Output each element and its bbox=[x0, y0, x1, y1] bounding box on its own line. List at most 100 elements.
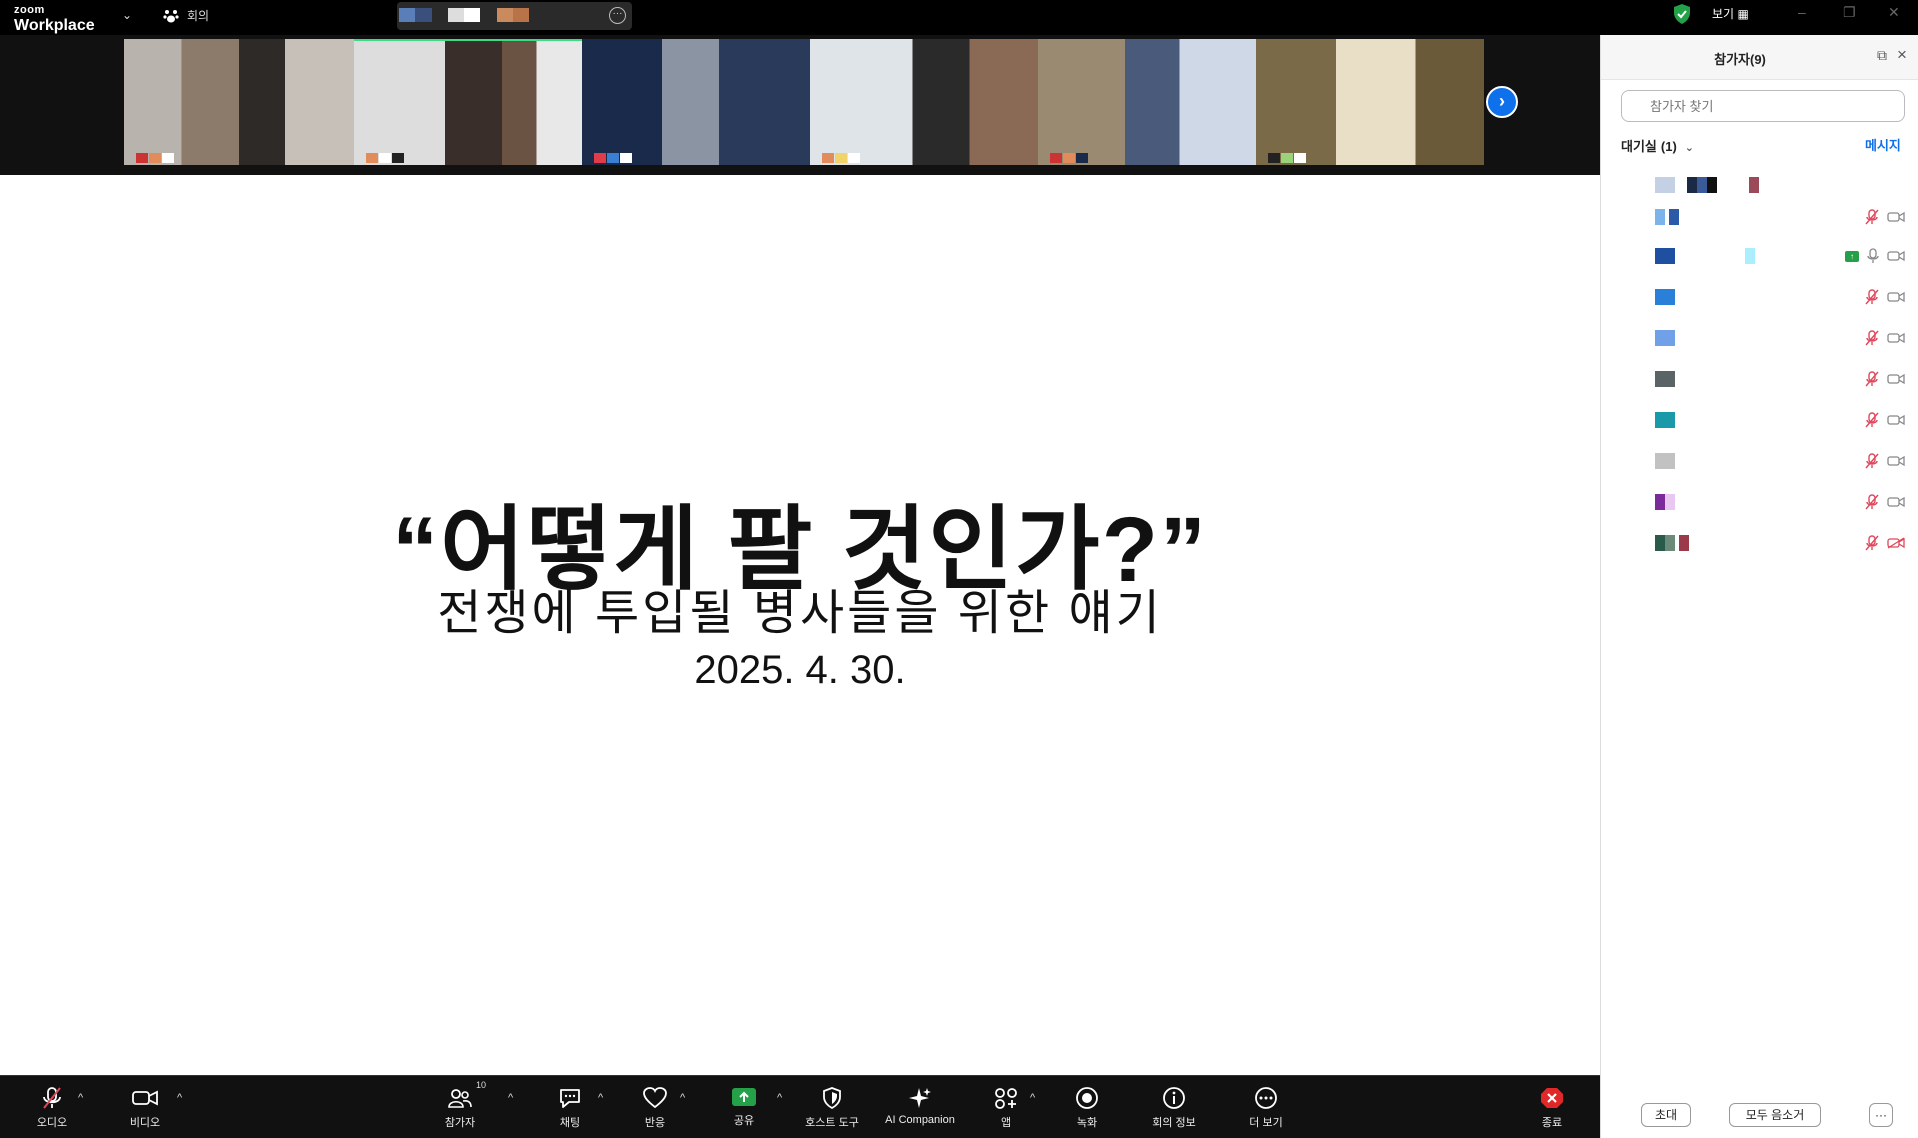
video-tile[interactable] bbox=[582, 39, 810, 165]
video-feed bbox=[354, 41, 582, 165]
mic-muted-icon[interactable] bbox=[1865, 371, 1879, 387]
ai-companion-label: AI Companion bbox=[885, 1114, 955, 1126]
video-tile-active-speaker[interactable] bbox=[354, 39, 582, 165]
video-options-caret-icon[interactable]: ^ bbox=[177, 1092, 182, 1104]
mute-all-button[interactable]: 모두 음소거 bbox=[1729, 1103, 1821, 1127]
end-meeting-button[interactable]: 종료 bbox=[1512, 1086, 1592, 1130]
host-shield-icon bbox=[823, 1087, 841, 1110]
participant-name-blurred bbox=[1655, 535, 1689, 551]
speaker-name-blurred bbox=[399, 8, 529, 22]
video-camera-icon[interactable] bbox=[1887, 496, 1905, 508]
video-camera-icon[interactable] bbox=[1887, 332, 1905, 344]
host-tools-button[interactable]: 호스트 도구 bbox=[792, 1086, 872, 1130]
share-label: 공유 bbox=[733, 1115, 755, 1127]
participant-row[interactable] bbox=[1655, 533, 1905, 553]
video-tile[interactable] bbox=[1256, 39, 1484, 165]
video-camera-icon[interactable] bbox=[1887, 455, 1905, 467]
participant-name-blurred bbox=[366, 153, 404, 163]
more-button[interactable]: 더 보기 bbox=[1226, 1086, 1306, 1130]
panel-title: 참가자(9) bbox=[1714, 52, 1766, 67]
reactions-options-caret-icon[interactable]: ^ bbox=[680, 1092, 685, 1104]
audio-options-caret-icon[interactable]: ^ bbox=[78, 1092, 83, 1104]
restore-icon[interactable]: ❐ bbox=[1843, 4, 1856, 21]
participant-name-blurred bbox=[1268, 153, 1306, 163]
chat-options-caret-icon[interactable]: ^ bbox=[598, 1092, 603, 1104]
video-feed bbox=[1256, 39, 1484, 165]
participants-icon bbox=[448, 1089, 472, 1108]
participant-name-blurred bbox=[1655, 209, 1679, 225]
participant-row[interactable] bbox=[1655, 451, 1905, 471]
screen-sharing-icon: ↑ bbox=[1845, 250, 1859, 262]
participant-row-host[interactable]: ↑ bbox=[1655, 246, 1905, 266]
participant-row[interactable] bbox=[1655, 207, 1905, 227]
video-camera-icon[interactable] bbox=[1887, 414, 1905, 426]
meeting-paw-icon bbox=[163, 9, 179, 22]
mic-muted-icon[interactable] bbox=[1865, 453, 1879, 469]
participants-options-caret-icon[interactable]: ^ bbox=[508, 1092, 513, 1104]
message-waiting-room-link[interactable]: 메시지 bbox=[1865, 135, 1901, 154]
waiting-room-toggle[interactable]: 대기실 (1) ⌄ bbox=[1621, 136, 1694, 155]
meeting-toolbar: 오디오 ^ 비디오 ^ 참가자 10 ^ 채팅 ^ 반응 ^ 공유 ^ 호스트 … bbox=[0, 1075, 1600, 1138]
record-button[interactable]: 녹화 bbox=[1047, 1086, 1127, 1130]
video-tile[interactable] bbox=[810, 39, 1038, 165]
video-camera-icon[interactable] bbox=[1887, 373, 1905, 385]
participant-row[interactable] bbox=[1655, 328, 1905, 348]
video-camera-icon[interactable] bbox=[1887, 211, 1905, 223]
waiting-room-count: (1) bbox=[1660, 139, 1677, 154]
mic-muted-icon[interactable] bbox=[1865, 494, 1879, 510]
mic-muted-icon[interactable] bbox=[1865, 412, 1879, 428]
participant-name-blurred bbox=[822, 153, 860, 163]
meeting-info-label: 회의 정보 bbox=[1152, 1117, 1196, 1129]
record-label: 녹화 bbox=[1076, 1117, 1098, 1129]
participant-row[interactable] bbox=[1655, 492, 1905, 512]
close-panel-icon[interactable]: × bbox=[1897, 45, 1907, 65]
video-camera-icon[interactable] bbox=[1887, 291, 1905, 303]
meeting-tab[interactable]: 회의 bbox=[163, 7, 209, 24]
video-camera-icon[interactable] bbox=[1887, 250, 1905, 262]
video-tile[interactable] bbox=[1038, 39, 1256, 165]
participant-row[interactable] bbox=[1655, 287, 1905, 307]
encryption-shield-icon[interactable] bbox=[1672, 3, 1692, 25]
invite-button[interactable]: 초대 bbox=[1641, 1103, 1691, 1127]
video-feed bbox=[1038, 39, 1256, 165]
participants-button[interactable]: 참가자 bbox=[420, 1086, 500, 1130]
participant-name-blurred bbox=[594, 153, 632, 163]
pop-out-icon[interactable]: ⧉ bbox=[1877, 47, 1887, 64]
participant-row[interactable] bbox=[1655, 410, 1905, 430]
share-options-caret-icon[interactable]: ^ bbox=[777, 1092, 782, 1104]
meeting-info-button[interactable]: 회의 정보 bbox=[1134, 1086, 1214, 1130]
video-thumbnail-strip: › bbox=[0, 35, 1600, 175]
end-meeting-label: 종료 bbox=[1541, 1117, 1563, 1129]
close-window-icon[interactable]: ✕ bbox=[1888, 4, 1900, 21]
mic-muted-icon[interactable] bbox=[1865, 209, 1879, 225]
mic-muted-icon[interactable] bbox=[1865, 289, 1879, 305]
participant-row[interactable] bbox=[1655, 369, 1905, 389]
chevron-down-icon[interactable]: ⌄ bbox=[122, 8, 132, 22]
panel-more-button[interactable]: ··· bbox=[1869, 1103, 1893, 1127]
mic-muted-icon[interactable] bbox=[1865, 330, 1879, 346]
video-tile[interactable] bbox=[124, 39, 354, 165]
share-button[interactable]: 공유 bbox=[704, 1086, 784, 1128]
waiting-participant-row[interactable] bbox=[1655, 175, 1905, 195]
video-off-icon[interactable] bbox=[1887, 537, 1905, 549]
grid-icon: ▦ bbox=[1737, 7, 1749, 21]
ai-companion-button[interactable]: AI Companion bbox=[880, 1086, 960, 1126]
participant-name-blurred bbox=[1655, 330, 1675, 346]
minimize-icon[interactable]: – bbox=[1798, 4, 1806, 20]
apps-options-caret-icon[interactable]: ^ bbox=[1030, 1092, 1035, 1104]
end-meeting-icon bbox=[1541, 1088, 1563, 1108]
video-button[interactable]: 비디오 bbox=[105, 1086, 185, 1130]
reactions-label: 반응 bbox=[644, 1117, 666, 1129]
host-tools-label: 호스트 도구 bbox=[805, 1117, 859, 1129]
meeting-label: 회의 bbox=[187, 9, 210, 23]
participant-search-input[interactable] bbox=[1621, 90, 1905, 122]
zoom-workplace-logo[interactable]: zoom Workplace bbox=[14, 1, 95, 34]
mic-on-icon[interactable] bbox=[1867, 248, 1879, 264]
view-menu[interactable]: 보기 ▦ bbox=[1712, 5, 1749, 22]
chat-label: 채팅 bbox=[559, 1117, 581, 1129]
mic-muted-icon[interactable] bbox=[1865, 535, 1879, 551]
participant-name-blurred bbox=[1655, 494, 1675, 510]
active-speaker-pill[interactable]: ··· bbox=[397, 2, 632, 30]
next-page-arrow-icon[interactable]: › bbox=[1486, 86, 1518, 118]
more-options-icon[interactable]: ··· bbox=[609, 7, 626, 24]
